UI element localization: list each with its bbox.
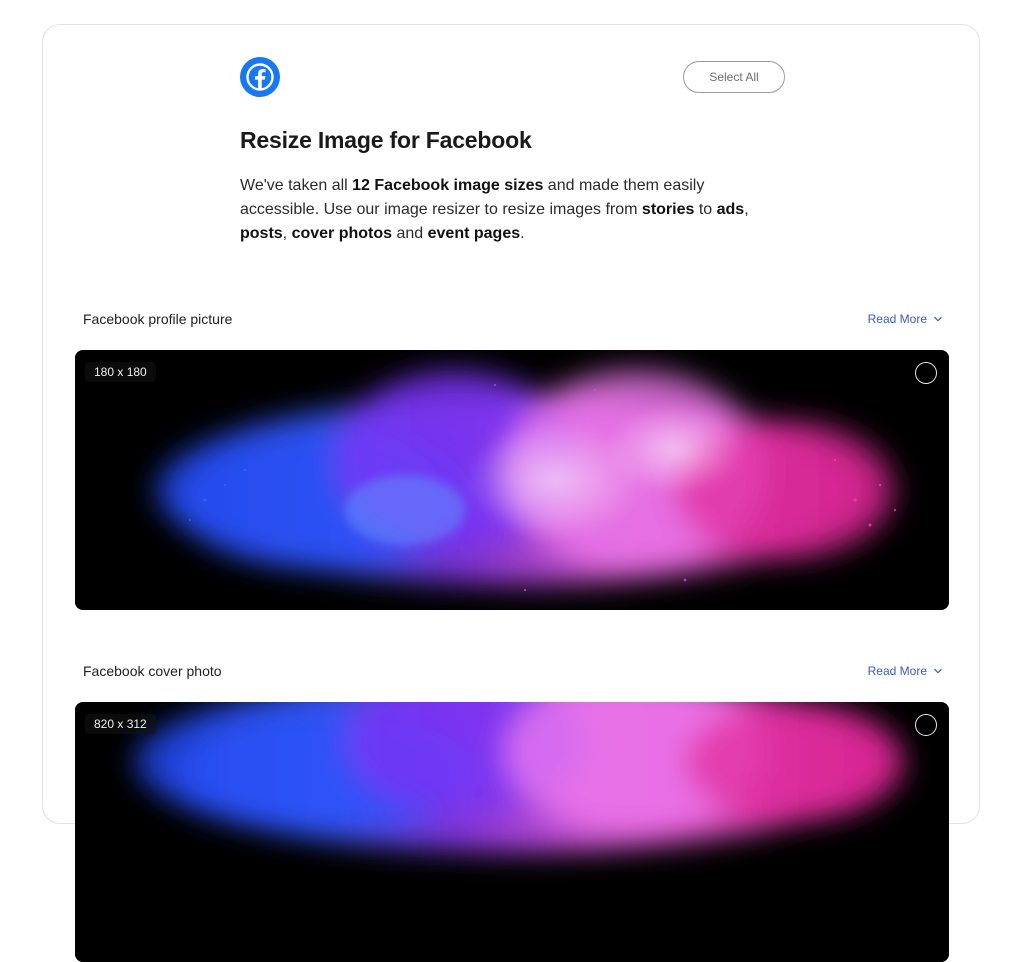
page-title: Resize Image for Facebook (240, 127, 532, 153)
read-more-label: Read More (867, 312, 927, 326)
dimensions-badge: 820 x 312 (85, 714, 156, 734)
select-checkbox[interactable] (915, 714, 937, 736)
content-card: Select All Resize Image for Facebook We'… (42, 24, 980, 962)
chevron-down-icon (934, 668, 942, 674)
image-preview[interactable]: 180 x 180 (75, 350, 949, 610)
read-more-label: Read More (867, 664, 927, 678)
section-title: Facebook cover photo (83, 663, 222, 679)
read-more-link[interactable]: Read More (868, 312, 943, 326)
read-more-link[interactable]: Read More (868, 664, 943, 678)
page-description: We've taken all 12 Facebook image sizes … (240, 177, 749, 242)
section-header: Facebook profile picture Read More (75, 307, 949, 335)
dimensions-badge: 180 x 180 (85, 362, 156, 382)
color-powder-image (75, 702, 949, 962)
facebook-logo-icon (240, 57, 280, 97)
image-preview[interactable]: 820 x 312 (75, 702, 949, 962)
section-title: Facebook profile picture (83, 311, 233, 327)
section-header: Facebook cover photo Read More (75, 659, 949, 687)
color-powder-image (75, 350, 949, 610)
size-section-profile-picture: Facebook profile picture Read More 180 x… (75, 307, 949, 610)
select-all-button[interactable]: Select All (683, 61, 785, 93)
chevron-down-icon (934, 316, 942, 322)
select-checkbox[interactable] (915, 362, 937, 384)
size-section-cover-photo: Facebook cover photo Read More 820 x 312 (75, 659, 949, 962)
